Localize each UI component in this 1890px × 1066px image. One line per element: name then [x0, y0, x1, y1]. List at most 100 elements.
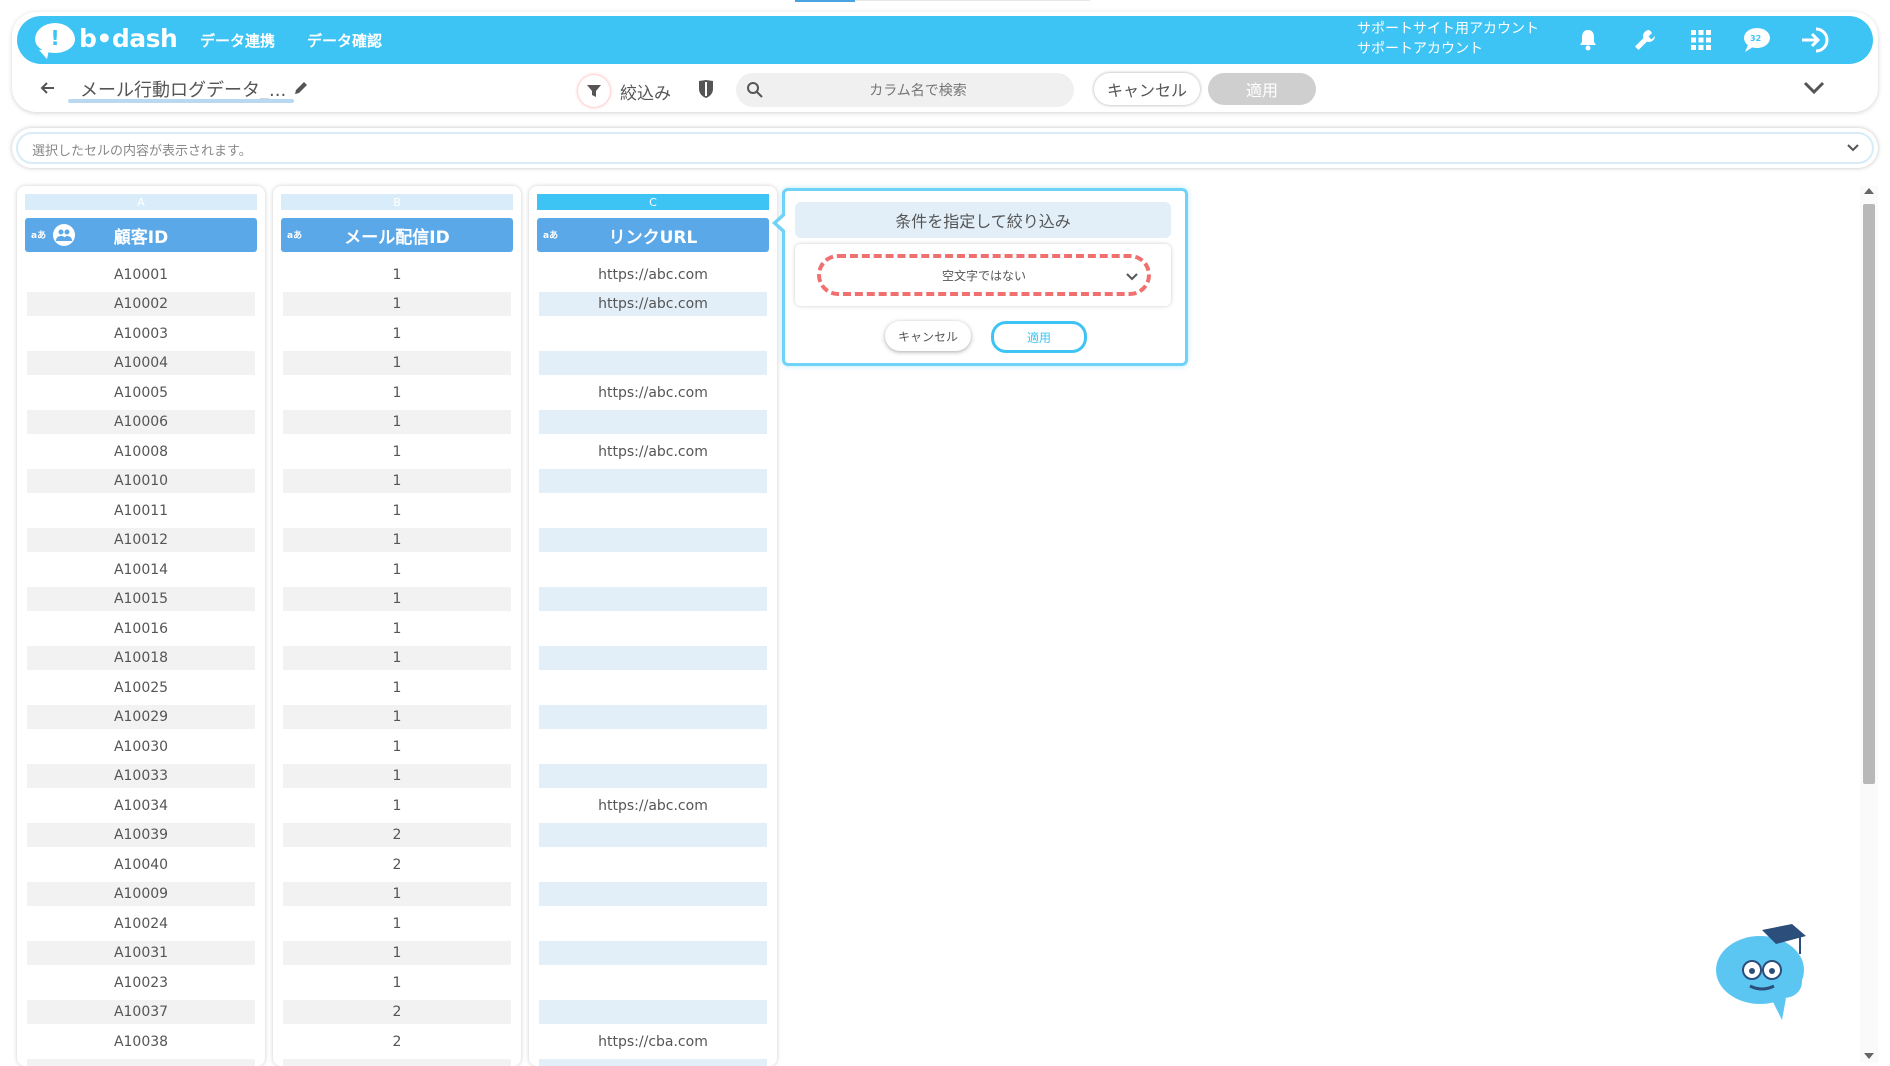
cell[interactable]: A10014: [27, 558, 255, 582]
column-search-box[interactable]: [736, 73, 1074, 107]
table-row[interactable]: A10009: [27, 880, 255, 910]
chevron-down-icon[interactable]: [1802, 78, 1826, 98]
chat-bubble-icon[interactable]: 32: [1741, 24, 1773, 56]
cell[interactable]: [539, 882, 767, 906]
table-row[interactable]: [539, 585, 767, 615]
column-letter[interactable]: A: [25, 194, 257, 210]
table-row[interactable]: 1: [283, 496, 511, 526]
table-row[interactable]: 1: [283, 644, 511, 674]
filter-label[interactable]: 絞込み: [620, 79, 671, 104]
table-row[interactable]: 1: [283, 408, 511, 438]
cell[interactable]: https://abc.com: [539, 794, 767, 818]
cell[interactable]: A10040: [27, 853, 255, 877]
cell[interactable]: A10029: [27, 705, 255, 729]
table-row[interactable]: https://abc.com: [539, 378, 767, 408]
cell[interactable]: A10011: [27, 499, 255, 523]
cell[interactable]: A10001: [27, 263, 255, 287]
cell[interactable]: 1: [283, 794, 511, 818]
cell[interactable]: 1: [283, 912, 511, 936]
cell[interactable]: https://cba.com: [539, 1030, 767, 1054]
table-row[interactable]: A10002: [27, 290, 255, 320]
cell[interactable]: A10015: [27, 587, 255, 611]
table-row[interactable]: 2: [283, 998, 511, 1028]
table-row[interactable]: [539, 968, 767, 998]
cancel-button[interactable]: キャンセル: [1094, 73, 1200, 105]
cell[interactable]: [539, 823, 767, 847]
bdash-logo[interactable]: ! b•dash: [35, 23, 177, 53]
table-row[interactable]: [539, 762, 767, 792]
table-row[interactable]: [539, 880, 767, 910]
cell[interactable]: [539, 941, 767, 965]
cell[interactable]: https://abc.com: [539, 263, 767, 287]
back-arrow-icon[interactable]: [38, 78, 58, 98]
table-row[interactable]: A10039: [27, 821, 255, 851]
cell[interactable]: [539, 646, 767, 670]
cell[interactable]: 1: [283, 705, 511, 729]
table-row[interactable]: 1: [283, 968, 511, 998]
scroll-up-arrow-icon[interactable]: [1864, 188, 1874, 194]
column-letter[interactable]: C: [537, 194, 769, 210]
cell[interactable]: A10038: [27, 1030, 255, 1054]
table-row[interactable]: 1: [283, 290, 511, 320]
table-row[interactable]: A10034: [27, 791, 255, 821]
cell[interactable]: [539, 351, 767, 375]
nav-data-check[interactable]: データ確認: [307, 30, 382, 51]
cell[interactable]: 2: [283, 823, 511, 847]
table-row[interactable]: A10033: [27, 762, 255, 792]
table-row[interactable]: 1: [283, 732, 511, 762]
table-row[interactable]: 2: [283, 850, 511, 880]
cell[interactable]: 1: [283, 499, 511, 523]
cell[interactable]: A10003: [27, 322, 255, 346]
table-row[interactable]: [539, 319, 767, 349]
cell[interactable]: A10002: [27, 292, 255, 316]
table-row[interactable]: 1: [283, 349, 511, 379]
cell[interactable]: https://abc.com: [539, 440, 767, 464]
cell[interactable]: [539, 469, 767, 493]
cell[interactable]: 1: [283, 971, 511, 995]
cell[interactable]: [539, 528, 767, 552]
table-row[interactable]: 1: [283, 703, 511, 733]
cell-content-bar[interactable]: 選択したセルの内容が表示されます。: [12, 128, 1878, 168]
table-row[interactable]: A10030: [27, 732, 255, 762]
cell[interactable]: 1: [283, 469, 511, 493]
account-info[interactable]: サポートサイト用アカウント サポートアカウント: [1357, 19, 1539, 59]
cell[interactable]: 1: [283, 440, 511, 464]
shield-icon[interactable]: [696, 78, 716, 100]
table-row[interactable]: [539, 496, 767, 526]
cell[interactable]: 1: [283, 764, 511, 788]
table-row[interactable]: A10023: [27, 968, 255, 998]
table-row[interactable]: A10005: [27, 378, 255, 408]
bell-icon[interactable]: [1572, 24, 1604, 56]
table-row[interactable]: [539, 850, 767, 880]
cell[interactable]: [539, 735, 767, 759]
cell[interactable]: [539, 764, 767, 788]
table-row[interactable]: 1: [283, 762, 511, 792]
cell[interactable]: [539, 676, 767, 700]
cell[interactable]: [539, 1000, 767, 1024]
table-row[interactable]: 1: [283, 673, 511, 703]
table-row[interactable]: 2: [283, 821, 511, 851]
cell[interactable]: A10005: [27, 381, 255, 405]
table-row[interactable]: A10010: [27, 467, 255, 497]
logout-icon[interactable]: [1799, 24, 1831, 56]
table-row[interactable]: 1: [283, 526, 511, 556]
table-row[interactable]: [539, 614, 767, 644]
table-row[interactable]: [539, 526, 767, 556]
cell[interactable]: 1: [283, 735, 511, 759]
cell[interactable]: A10008: [27, 440, 255, 464]
cell[interactable]: 1: [283, 558, 511, 582]
popup-apply-button[interactable]: 適用: [991, 321, 1087, 353]
cell[interactable]: [539, 558, 767, 582]
table-row[interactable]: A10012: [27, 526, 255, 556]
cell[interactable]: A10006: [27, 410, 255, 434]
column-header[interactable]: aあ リンクURL: [537, 218, 769, 252]
cell[interactable]: [539, 322, 767, 346]
table-row[interactable]: [539, 732, 767, 762]
cell[interactable]: 1: [283, 646, 511, 670]
cell[interactable]: [539, 853, 767, 877]
table-row[interactable]: [539, 909, 767, 939]
cell[interactable]: [539, 971, 767, 995]
vertical-scrollbar[interactable]: [1860, 186, 1878, 1063]
search-input[interactable]: [776, 73, 1060, 109]
cell[interactable]: A10030: [27, 735, 255, 759]
